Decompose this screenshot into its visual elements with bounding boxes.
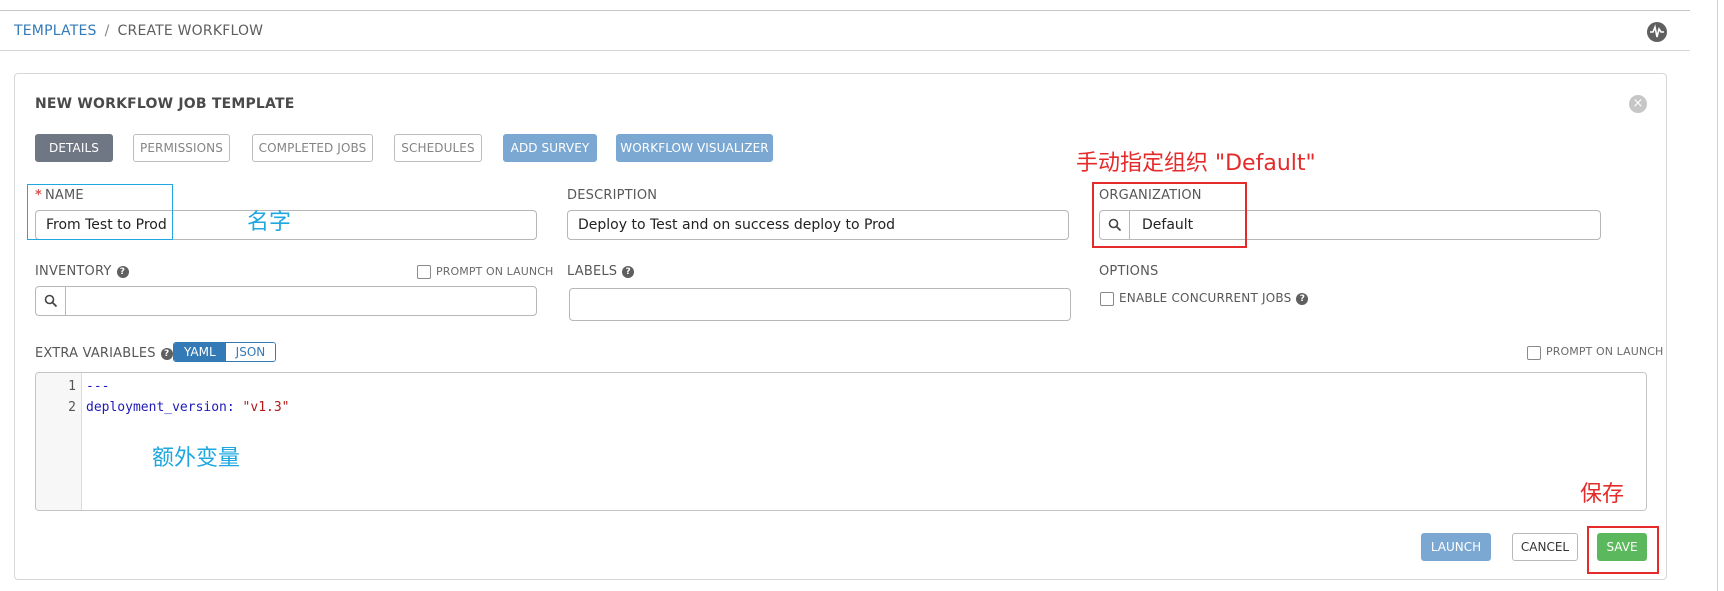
extra-variables-label-text: EXTRA VARIABLES: [35, 346, 156, 361]
line-number: 2: [68, 400, 76, 415]
concurrent-jobs-text: ENABLE CONCURRENT JOBS: [1119, 291, 1292, 305]
help-icon[interactable]: ?: [1296, 293, 1309, 305]
launch-button[interactable]: LAUNCH: [1421, 533, 1491, 561]
editor-gutter: 1 2: [36, 373, 82, 510]
extra-variables-label: EXTRA VARIABLES?: [35, 346, 173, 361]
extra-vars-prompt-label: PROMPT ON LAUNCH: [1546, 345, 1664, 358]
yaml-colon: :: [226, 400, 243, 415]
description-input[interactable]: Deploy to Test and on success deploy to …: [567, 210, 1069, 240]
extra-vars-annotation: 额外变量: [152, 446, 241, 471]
labels-input[interactable]: [569, 288, 1071, 321]
code-line-2: deployment_version: "v1.3": [86, 400, 290, 415]
line-number: 1: [68, 379, 76, 394]
yaml-key: deployment_version: [86, 400, 227, 415]
help-icon[interactable]: ?: [116, 266, 129, 278]
name-annotation-box: [27, 184, 173, 240]
code-line-1: ---: [86, 379, 110, 394]
inventory-label: INVENTORY?: [35, 264, 129, 279]
search-icon: [44, 294, 58, 308]
breadcrumb: TEMPLATES / CREATE WORKFLOW: [14, 23, 263, 39]
breadcrumb-templates-link[interactable]: TEMPLATES: [14, 23, 97, 39]
options-label: OPTIONS: [1099, 264, 1159, 279]
concurrent-jobs-checkbox[interactable]: [1100, 292, 1114, 306]
editor-content[interactable]: --- deployment_version: "v1.3": [82, 373, 1646, 510]
cancel-button[interactable]: CANCEL: [1512, 533, 1578, 561]
tab-permissions[interactable]: PERMISSIONS: [133, 134, 230, 162]
tab-schedules[interactable]: SCHEDULES: [394, 134, 482, 162]
breadcrumb-divider: [0, 50, 1690, 51]
name-annotation: 名字: [247, 210, 292, 235]
activity-stream-icon[interactable]: [1647, 22, 1667, 42]
workflow-visualizer-button[interactable]: WORKFLOW VISUALIZER: [616, 134, 773, 162]
labels-label: LABELS?: [567, 264, 635, 279]
top-divider: [0, 10, 1690, 11]
organization-annotation-box: [1092, 182, 1247, 248]
help-icon[interactable]: ?: [622, 266, 635, 278]
code-editor[interactable]: 1 2 --- deployment_version: "v1.3": [35, 372, 1647, 511]
labels-label-text: LABELS: [567, 264, 618, 279]
organization-annotation: 手动指定组织 "Default": [1076, 151, 1316, 176]
inventory-label-text: INVENTORY: [35, 264, 112, 279]
tab-completed-jobs[interactable]: COMPLETED JOBS: [252, 134, 373, 162]
help-icon[interactable]: ?: [160, 348, 173, 360]
tab-details[interactable]: DETAILS: [35, 134, 113, 162]
save-annotation: 保存: [1580, 482, 1625, 507]
scrollbar-track[interactable]: [1717, 0, 1718, 591]
yaml-toggle[interactable]: YAML: [174, 343, 226, 361]
extra-vars-prompt-checkbox[interactable]: [1527, 346, 1541, 360]
inventory-search-button[interactable]: [36, 287, 66, 315]
inventory-prompt-checkbox[interactable]: [417, 265, 431, 279]
json-toggle[interactable]: JSON: [225, 343, 276, 361]
inventory-prompt-label: PROMPT ON LAUNCH: [436, 265, 554, 278]
add-survey-button[interactable]: ADD SURVEY: [503, 134, 597, 162]
concurrent-jobs-label: ENABLE CONCURRENT JOBS?: [1119, 291, 1309, 305]
description-label: DESCRIPTION: [567, 188, 658, 203]
breadcrumb-current: CREATE WORKFLOW: [117, 23, 264, 39]
card-title: NEW WORKFLOW JOB TEMPLATE: [35, 96, 295, 112]
inventory-lookup[interactable]: [35, 286, 537, 316]
breadcrumb-separator: /: [104, 23, 110, 39]
yaml-value: "v1.3": [242, 400, 290, 415]
close-icon[interactable]: ×: [1629, 95, 1647, 113]
save-annotation-box: [1587, 526, 1659, 574]
yaml-json-toggle[interactable]: YAML JSON: [173, 342, 277, 362]
